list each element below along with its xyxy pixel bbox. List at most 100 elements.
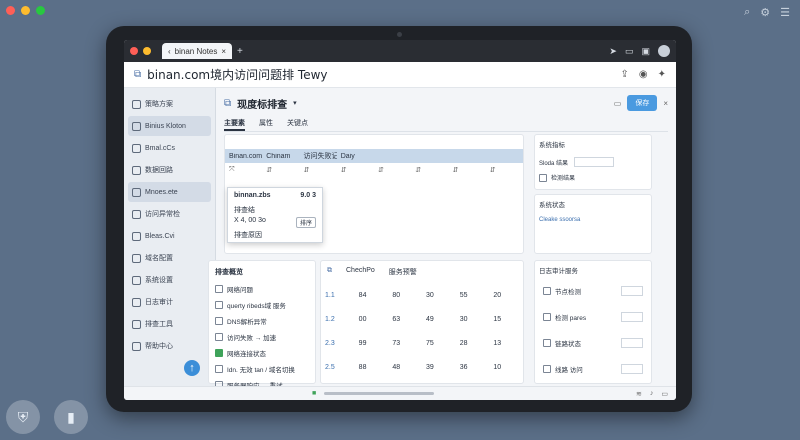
table-row[interactable]: 1.1 84 80 30 55 20	[321, 283, 523, 307]
sidebar-item-label: 日志审计	[145, 299, 173, 306]
metrics-check-label: 检测结果	[551, 176, 576, 182]
grid-header-cell[interactable]: Binan.com	[225, 153, 262, 160]
sort-icon[interactable]: ⇵	[262, 166, 299, 174]
sidebar-item-9[interactable]: 日志审计	[128, 292, 211, 312]
folder-icon	[132, 99, 141, 109]
list-item[interactable]: Idn. 无效 tan / 域名切换	[211, 361, 313, 377]
sidebar-item-label: 域名配置	[145, 255, 173, 262]
sort-icon[interactable]: ⇵	[449, 166, 486, 174]
table-cell: 88	[358, 363, 367, 371]
sidebar-item-10[interactable]: 排查工具	[128, 314, 211, 334]
audit-checkbox[interactable]	[543, 287, 551, 295]
list-item[interactable]: 网络问题	[211, 281, 313, 297]
sidebar-item-7[interactable]: 域名配置	[128, 248, 211, 268]
list-checkbox[interactable]	[215, 301, 223, 309]
list-item[interactable]: 访问失败 → 加速	[211, 329, 313, 345]
list-checkbox[interactable]	[215, 285, 223, 293]
sidebar-item-0[interactable]: 策略方案	[128, 94, 211, 114]
audit-checkbox[interactable]	[543, 365, 551, 373]
audit-checkbox[interactable]	[543, 339, 551, 347]
close-icon[interactable]: ×	[663, 99, 668, 108]
metrics-checkbox[interactable]	[539, 173, 547, 182]
save-button[interactable]: 保存	[627, 95, 658, 111]
audit-field[interactable]	[621, 286, 643, 296]
sidebar-item-11[interactable]: 帮助中心	[128, 336, 211, 356]
popup-title: binnan.zbs	[234, 192, 271, 199]
sort-icon[interactable]: ⇵	[486, 166, 523, 174]
camera-icon	[397, 32, 402, 37]
sort-icon[interactable]: ⇵	[337, 166, 374, 174]
menu-icon: ☰	[780, 7, 790, 19]
plus-icon: ↑	[189, 362, 195, 374]
gear-icon	[132, 275, 141, 285]
audit-checkbox[interactable]	[543, 313, 551, 321]
home-indicator[interactable]	[324, 392, 435, 395]
list-checkbox[interactable]	[215, 365, 223, 373]
audit-field[interactable]	[621, 338, 643, 348]
sidebar-toggle-icon[interactable]: ▭	[625, 46, 634, 57]
account-icon[interactable]: ◉	[639, 69, 648, 80]
tab-main[interactable]: 主要素	[224, 118, 245, 131]
grid-card: Binan.com Chinam 访问失败记录 Daiy ⤧ ⇵ ⇵ ⇵	[224, 134, 524, 254]
grid-header-cell[interactable]: 访问失败记录	[300, 151, 337, 161]
sidebar-item-6[interactable]: Bleas.Cvi	[128, 226, 211, 246]
address-title: binan.com境内访问问题排 Tewy	[147, 68, 328, 82]
sort-icon[interactable]: ⇵	[411, 166, 448, 174]
sidebar-item-1[interactable]: Binius Kloton	[128, 116, 211, 136]
tablet-device: ‹ binan Notes × + ➤ ▭ ▣ ⧉ binan.com境内访问问…	[106, 26, 692, 412]
tab-attributes[interactable]: 属性	[259, 118, 273, 131]
sidebar-item-5[interactable]: 访问异常检	[128, 204, 211, 224]
browser-tab[interactable]: ‹ binan Notes ×	[162, 43, 233, 59]
grid-header-cell[interactable]: Chinam	[262, 153, 299, 160]
sort-icon[interactable]: ⤧	[225, 166, 262, 174]
sidebar-item-8[interactable]: 系统设置	[128, 270, 211, 290]
minimize-dot-icon	[21, 6, 30, 15]
extensions-icon[interactable]: ✦	[658, 69, 666, 80]
table-cell: 1.2	[325, 315, 335, 323]
add-floating-button[interactable]: ↑	[184, 360, 200, 376]
share-icon[interactable]: ⇪	[620, 69, 628, 80]
table-row[interactable]: 1.2 00 63 49 30 15	[321, 307, 523, 331]
profile-avatar[interactable]	[658, 45, 670, 57]
list-checkbox[interactable]	[215, 317, 223, 325]
audit-field[interactable]	[621, 312, 643, 322]
details-popup: binnan.zbs 9.0 3 排查结 X 4, 00 3o 排序 排查原因	[227, 187, 323, 243]
minimize-button[interactable]	[143, 47, 151, 55]
popup-code: 9.0 3	[300, 192, 316, 199]
sidebar-item-3[interactable]: 数据回路	[128, 160, 211, 180]
audit-field[interactable]	[621, 364, 643, 374]
popup-sort-button[interactable]: 排序	[295, 217, 316, 228]
maximize-dot-icon	[36, 6, 45, 15]
background-dock: ⛨ ▮	[6, 400, 88, 434]
list-checkbox[interactable]	[215, 349, 223, 357]
metrics-field[interactable]	[574, 157, 615, 167]
split-icon[interactable]: ▣	[641, 46, 650, 57]
table-cell: 63	[392, 315, 401, 323]
new-tab-button[interactable]: +	[237, 46, 243, 57]
note-icon	[132, 187, 141, 197]
sort-icon[interactable]: ⇵	[300, 166, 337, 174]
close-button[interactable]	[130, 47, 138, 55]
list-checkbox[interactable]	[215, 333, 223, 341]
tab-close-icon[interactable]: ×	[221, 47, 226, 56]
table-header-cell: 服务预警	[388, 269, 417, 276]
table-cell: 00	[358, 315, 367, 323]
address-bar[interactable]: ⧉ binan.com境内访问问题排 Tewy ⇪ ◉ ✦	[124, 62, 676, 88]
table-cell: 99	[358, 339, 367, 347]
grid-header-cell[interactable]: Daiy	[337, 153, 374, 160]
sidebar-item-4[interactable]: Mnoes.ete	[128, 182, 211, 202]
table-row[interactable]: 2.3 99 73 75 28 13	[321, 331, 523, 355]
list-item[interactable]: DNS解析异常	[211, 313, 313, 329]
tab-keypoints[interactable]: 关键点	[287, 118, 308, 131]
table-row[interactable]: 2.5 88 48 39 36 10	[321, 355, 523, 379]
chevron-down-icon[interactable]: ▾	[293, 99, 297, 107]
comment-icon[interactable]: ▭	[614, 99, 622, 108]
list-item[interactable]: 网络连接状态	[211, 345, 313, 361]
globe-icon	[132, 253, 141, 263]
status-icons: ≋ ♪ ▭	[636, 390, 668, 398]
sidebar-item-2[interactable]: Bmal.cCs	[128, 138, 211, 158]
status-link[interactable]: Cleake ssoorsa	[539, 217, 647, 223]
list-item[interactable]: querty ribeds域 服务	[211, 297, 313, 313]
table-cell: 2.5	[325, 363, 335, 371]
sort-icon[interactable]: ⇵	[374, 166, 411, 174]
